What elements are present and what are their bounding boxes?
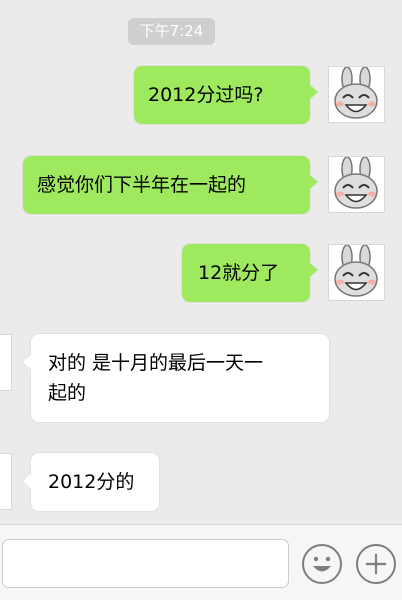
timestamp: 下午7:24: [128, 18, 215, 45]
my-avatar[interactable]: [328, 244, 385, 301]
my-message-bubble[interactable]: 感觉你们下半年在一起的: [23, 156, 318, 214]
emoji-button[interactable]: [302, 544, 342, 584]
message-text: 2012分的: [48, 471, 135, 493]
bunny-avatar-icon: [334, 245, 378, 297]
more-button[interactable]: [356, 544, 396, 584]
message-text-line: 起的: [48, 382, 87, 404]
message-text: 12就分了: [198, 262, 280, 284]
my-avatar[interactable]: [328, 156, 385, 213]
contact-message-bubble[interactable]: 2012分的: [23, 453, 159, 511]
smiley-face-icon: [313, 556, 331, 572]
bunny-avatar-icon: [334, 157, 378, 209]
plus-circle-icon: [366, 554, 386, 574]
message-text: 感觉你们下半年在一起的: [37, 174, 247, 196]
bunny-avatar-icon: [334, 67, 378, 119]
contact-avatar[interactable]: [0, 453, 12, 510]
my-avatar[interactable]: [328, 66, 385, 123]
message-text-line: 对的 是十月的最后一天一: [48, 352, 264, 374]
input-bar: [0, 524, 402, 600]
my-message-bubble[interactable]: 12就分了: [182, 244, 318, 302]
my-message-bubble[interactable]: 2012分过吗?: [134, 66, 318, 124]
message-input[interactable]: [2, 539, 289, 588]
contact-avatar[interactable]: [0, 334, 12, 391]
message-text: 2012分过吗?: [148, 84, 264, 106]
contact-message-bubble[interactable]: 对的 是十月的最后一天一 起的: [23, 334, 329, 422]
chat-area: 下午7:24 2012分过吗? 感觉你们下半年在一起的 12就分了 对的 是十月…: [0, 0, 402, 524]
